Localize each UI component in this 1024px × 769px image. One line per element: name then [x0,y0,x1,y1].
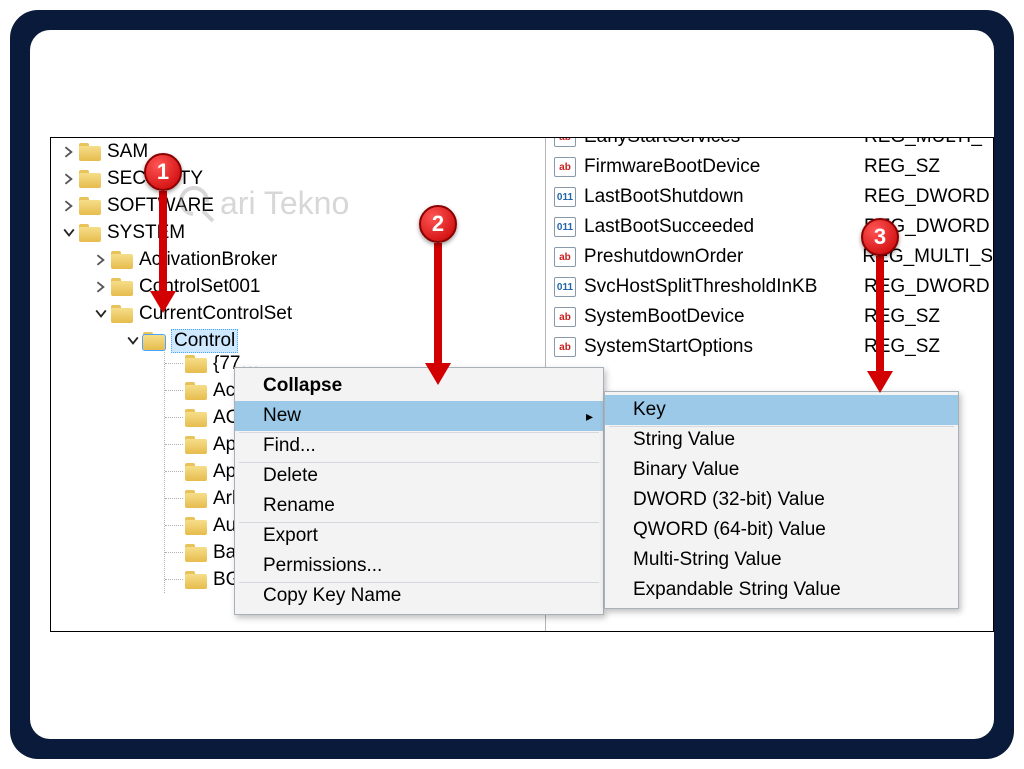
tree-item-label: Ac [213,380,235,402]
binary-value-icon: 011 [554,277,576,297]
value-type: REG_SZ [864,156,940,178]
binary-value-icon: 011 [554,187,576,207]
tree-item[interactable]: SYSTEM [51,219,545,246]
value-row[interactable]: abPreshutdownOrderREG_MULTI_S [546,242,993,272]
folder-icon [79,224,101,242]
tree-item[interactable]: ActivationBroker [51,246,545,273]
chevron-down-icon[interactable] [93,306,109,322]
string-value-icon: ab [554,157,576,177]
folder-icon [79,143,101,161]
chevron-right-icon[interactable] [93,279,109,295]
chevron-down-icon[interactable] [125,333,141,349]
binary-value-icon: 011 [554,217,576,237]
annotation-arrow-3 [876,256,884,371]
value-name: FirmwareBootDevice [584,156,864,178]
folder-icon [185,490,207,508]
value-type: REG_DWORD [864,186,990,208]
folder-icon [143,332,165,350]
tree-item-label: Ap [213,434,236,456]
value-row[interactable]: 011LastBootSucceededREG_DWORD [546,212,993,242]
regedit-window: ari Tekno SAMSECURITYSOFTWARESYSTEMActiv… [50,137,994,632]
submenu-multi[interactable]: Multi-String Value [605,545,958,575]
menu-delete[interactable]: Delete [235,461,603,491]
value-name: SystemBootDevice [584,306,864,328]
folder-icon [185,409,207,427]
tree-item-label: Au [213,515,236,537]
string-value-icon: ab [554,137,576,147]
tree-item[interactable]: SAM [51,138,545,165]
value-name: SvcHostSplitThresholdInKB [584,276,864,298]
folder-icon [111,278,133,296]
menu-new[interactable]: New ▸ [235,401,603,431]
value-name: LastBootShutdown [584,186,864,208]
value-name: PreshutdownOrder [584,246,863,268]
value-name: EarlyStartServices [584,137,864,148]
tree-item[interactable]: SECURITY [51,165,545,192]
chevron-right-icon[interactable] [61,171,77,187]
folder-icon [185,355,207,373]
chevron-right-icon[interactable] [61,144,77,160]
folder-icon [185,382,207,400]
tree-item[interactable]: ControlSet001 [51,273,545,300]
string-value-icon: ab [554,247,576,267]
context-menu[interactable]: Collapse New ▸ Find... Delete Rename Exp… [234,367,604,615]
submenu-qword[interactable]: QWORD (64-bit) Value [605,515,958,545]
annotation-arrow-1 [159,191,167,291]
folder-icon [185,571,207,589]
tree-item-label: Ap [213,461,236,483]
value-row[interactable]: abSystemStartOptionsREG_SZ [546,332,993,362]
menu-collapse[interactable]: Collapse [235,371,603,401]
tree-item-label: SAM [107,141,148,163]
tree-item[interactable]: SOFTWARE [51,192,545,219]
tree-item[interactable]: CurrentControlSet [51,300,545,327]
annotation-arrow-2 [434,243,442,363]
chevron-right-icon[interactable] [61,198,77,214]
tree-item-label: Arl [213,488,236,510]
new-submenu[interactable]: Key String Value Binary Value DWORD (32-… [604,391,959,609]
submenu-dword[interactable]: DWORD (32-bit) Value [605,485,958,515]
tree-item-label: Control [171,329,238,353]
value-type: REG_MULTI_ [864,137,982,148]
submenu-key[interactable]: Key [605,395,958,425]
tree-item-label: SYSTEM [107,222,185,244]
string-value-icon: ab [554,337,576,357]
chevron-right-icon[interactable] [93,252,109,268]
value-row[interactable]: ab EarlyStartServicesREG_MULTI_ [546,137,993,152]
folder-icon [185,517,207,535]
annotation-badge-2: 2 [419,205,457,243]
folder-icon [79,170,101,188]
tree-item-label: Ba [213,542,236,564]
menu-export[interactable]: Export [235,521,603,551]
folder-icon [185,463,207,481]
annotation-badge-3: 3 [861,218,899,256]
folder-icon [185,544,207,562]
value-name: LastBootSucceeded [584,216,864,238]
menu-copy-key-name[interactable]: Copy Key Name [235,581,603,611]
folder-icon [185,436,207,454]
string-value-icon: ab [554,307,576,327]
menu-rename[interactable]: Rename [235,491,603,521]
submenu-expand[interactable]: Expandable String Value [605,575,958,605]
value-row[interactable]: 011 LastBootShutdownREG_DWORD [546,182,993,212]
menu-find[interactable]: Find... [235,431,603,461]
value-name: SystemStartOptions [584,336,864,358]
folder-icon [111,305,133,323]
value-row[interactable]: ab FirmwareBootDeviceREG_SZ [546,152,993,182]
annotation-badge-1: 1 [144,153,182,191]
folder-icon [79,197,101,215]
value-row[interactable]: 011SvcHostSplitThresholdInKBREG_DWORD [546,272,993,302]
value-row[interactable]: abSystemBootDeviceREG_SZ [546,302,993,332]
folder-icon [111,251,133,269]
menu-permissions[interactable]: Permissions... [235,551,603,581]
chevron-right-icon: ▸ [586,408,593,425]
submenu-binary[interactable]: Binary Value [605,455,958,485]
chevron-down-icon[interactable] [61,225,77,241]
submenu-string[interactable]: String Value [605,425,958,455]
